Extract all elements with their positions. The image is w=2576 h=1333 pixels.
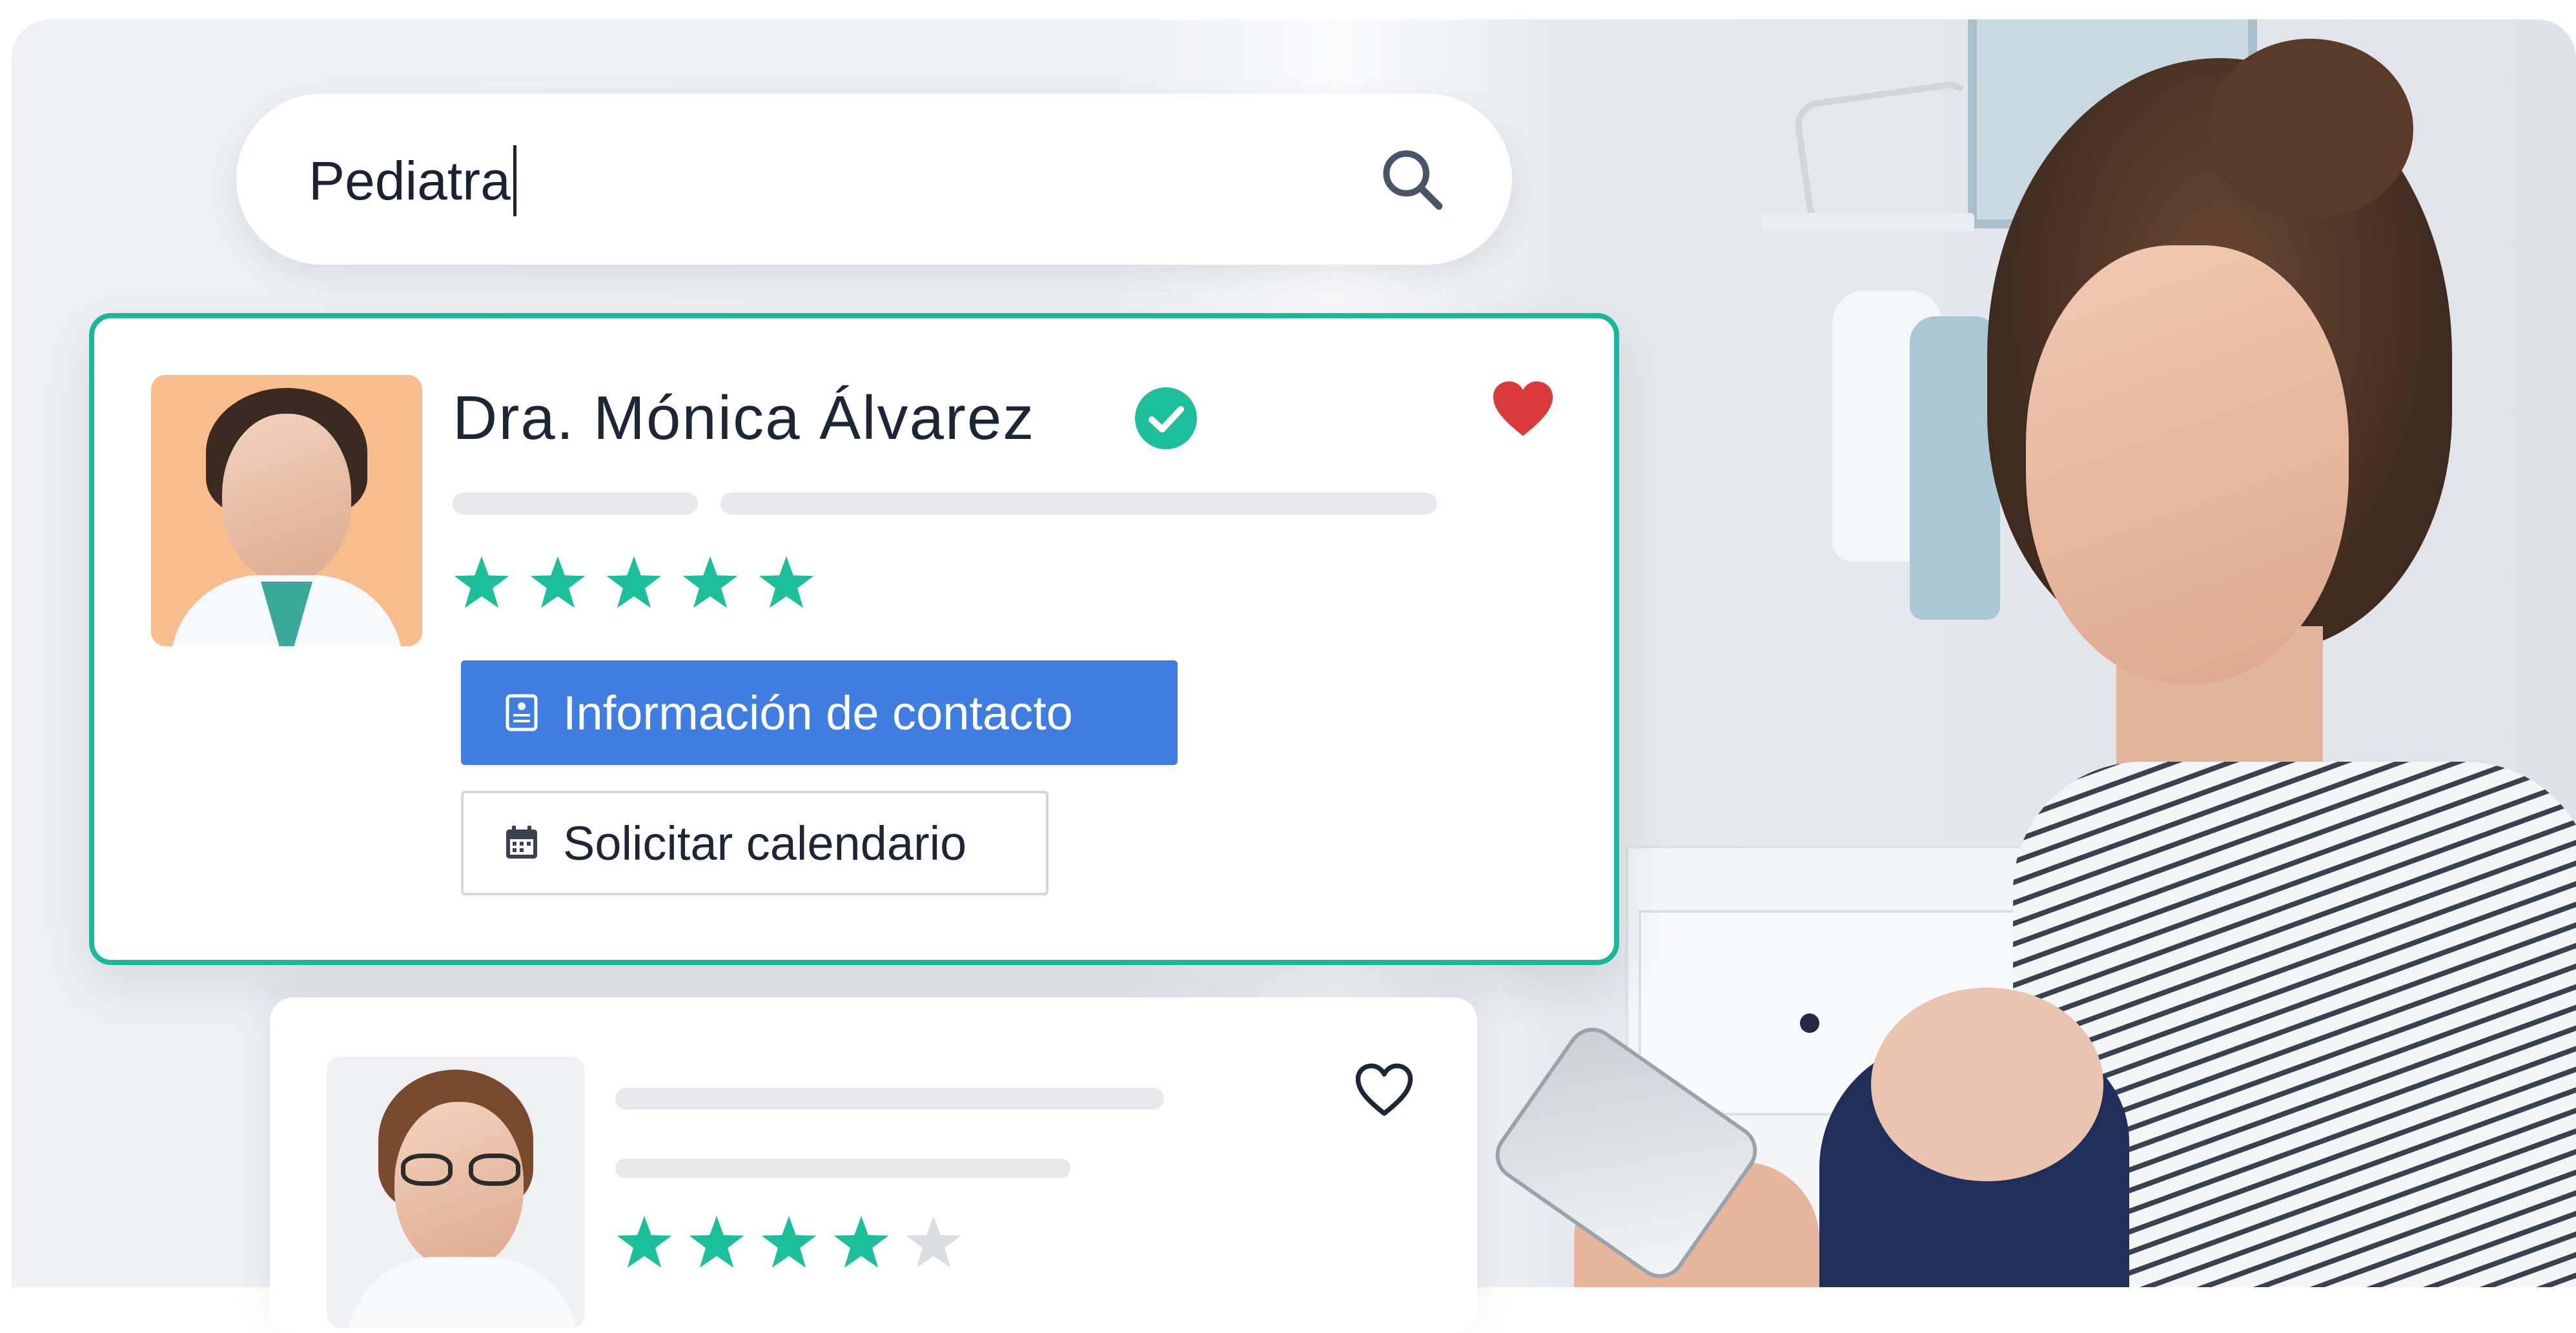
placeholder-line <box>721 493 1437 514</box>
star-icon <box>833 1216 889 1268</box>
placeholder-line <box>615 1088 1164 1110</box>
doctor-avatar <box>151 375 422 646</box>
star-icon <box>454 556 509 608</box>
hanging-onesie-blue <box>1910 316 2000 620</box>
search-icon[interactable] <box>1376 142 1447 216</box>
avatar-glasses <box>401 1154 524 1186</box>
contact-info-button[interactable]: Información de contacto <box>461 660 1178 765</box>
star-rating <box>615 1214 963 1272</box>
search-input[interactable]: Pediatra <box>309 145 516 216</box>
placeholder-line <box>615 1159 1070 1178</box>
search-bar[interactable]: Pediatra <box>236 94 1512 265</box>
star-rating <box>453 554 815 612</box>
avatar-face <box>222 414 351 582</box>
search-query: Pediatra <box>309 150 511 211</box>
doctor-result-card[interactable]: Dra. Mónica Álvarez Información de conta… <box>89 313 1619 965</box>
check-circle-icon <box>1135 387 1197 449</box>
mother-face <box>2026 245 2349 684</box>
calendar-icon <box>506 826 537 859</box>
doctor-avatar <box>327 1057 585 1328</box>
star-icon <box>759 556 814 608</box>
text-caret <box>513 145 516 216</box>
star-icon <box>906 1216 961 1268</box>
contact-info-label: Información de contacto <box>563 686 1073 740</box>
placeholder-line <box>453 493 698 514</box>
drawer-knob <box>1800 1013 1819 1033</box>
star-icon <box>606 556 662 608</box>
mother-hair-bun <box>2207 39 2413 219</box>
request-calendar-button[interactable]: Solicitar calendario <box>461 791 1048 895</box>
doctor-result-card[interactable] <box>270 997 1477 1333</box>
doctor-name[interactable]: Dra. Mónica Álvarez <box>453 380 1035 457</box>
baby-head <box>1871 988 2103 1181</box>
avatar-face <box>394 1102 524 1270</box>
star-icon <box>761 1216 817 1268</box>
heart-filled-icon[interactable] <box>1492 380 1554 438</box>
wall-shelf <box>1761 213 1974 231</box>
request-calendar-label: Solicitar calendario <box>563 816 967 870</box>
heart-outline-icon[interactable] <box>1354 1062 1414 1117</box>
star-icon <box>682 556 738 608</box>
star-icon <box>617 1216 672 1268</box>
mother-with-baby-photo <box>1485 19 2576 1287</box>
contact-card-icon <box>506 694 538 731</box>
star-icon <box>689 1216 744 1268</box>
avatar-coat <box>346 1257 578 1328</box>
wall-lettering <box>1792 78 1989 232</box>
star-icon <box>530 556 586 608</box>
